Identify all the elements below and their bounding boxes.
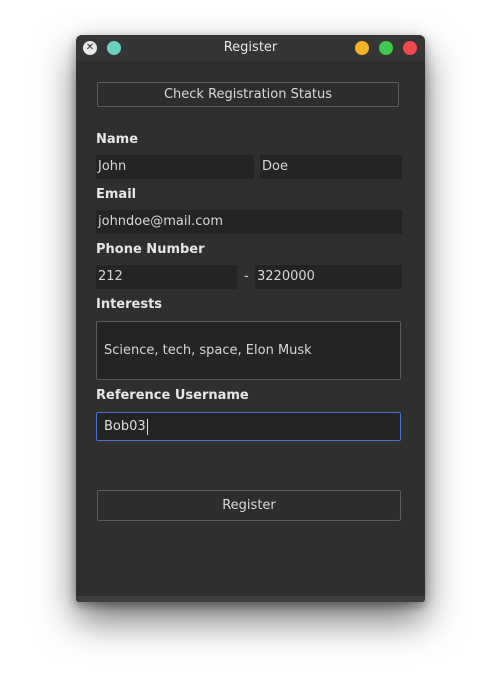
reference-username-label: Reference Username	[96, 388, 249, 403]
check-registration-status-button[interactable]: Check Registration Status	[97, 82, 399, 107]
first-name-field[interactable]: John	[96, 155, 254, 179]
minimize-button[interactable]	[355, 41, 369, 55]
email-label: Email	[96, 187, 137, 202]
reference-username-input[interactable]: Bob03	[96, 412, 401, 441]
text-caret	[146, 418, 148, 435]
register-button[interactable]: Register	[97, 490, 401, 521]
email-field[interactable]: johndoe@mail.com	[96, 210, 402, 234]
close-button[interactable]	[403, 41, 417, 55]
phone-number-field[interactable]: 3220000	[255, 265, 402, 289]
register-window: ✕ Register Check Registration Status Nam…	[76, 35, 425, 602]
phone-separator: -	[244, 269, 249, 284]
last-name-field[interactable]: Doe	[260, 155, 402, 179]
name-label: Name	[96, 132, 139, 147]
maximize-button[interactable]	[379, 41, 393, 55]
phone-area-code-field[interactable]: 212	[96, 265, 237, 289]
window-bottom-edge	[76, 596, 425, 602]
title-bar[interactable]: ✕ Register	[76, 35, 425, 61]
interests-label: Interests	[96, 297, 163, 312]
reference-username-value: Bob03	[104, 419, 146, 434]
interests-textarea[interactable]: Science, tech, space, Elon Musk	[96, 321, 401, 380]
phone-number-label: Phone Number	[96, 242, 205, 257]
window-title: Register	[223, 40, 278, 55]
